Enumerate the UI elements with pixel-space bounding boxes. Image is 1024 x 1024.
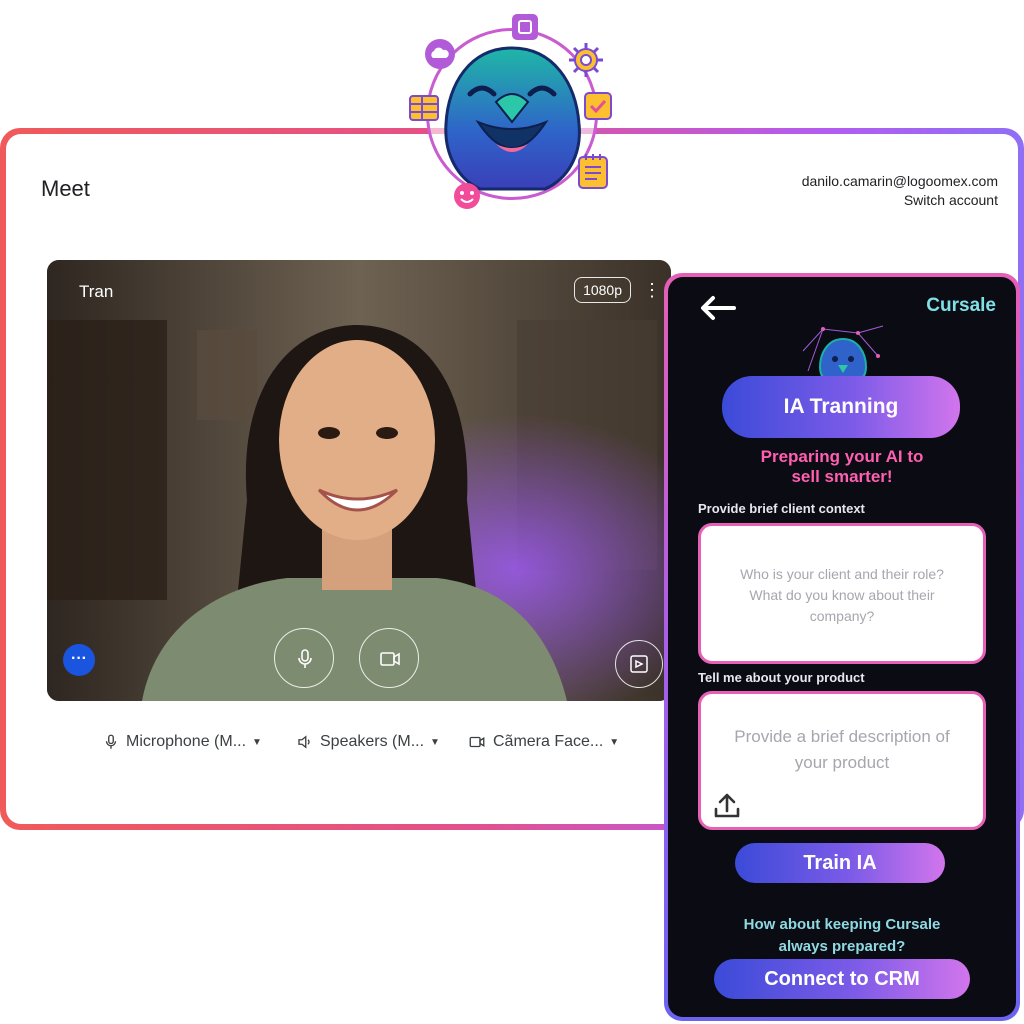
visual-effects-button[interactable] — [615, 640, 663, 688]
crm-prompt-line-2: always prepared? — [778, 938, 906, 955]
caret-down-icon: ▼ — [252, 736, 262, 748]
camera-feed-image — [47, 260, 671, 701]
placeholder-line: Who is your client and their role? — [740, 566, 944, 582]
train-ia-button[interactable]: Train IA — [735, 843, 945, 883]
camera-select-label: Cãmera Face... — [493, 733, 604, 750]
speakers-select[interactable]: Speakers (M... ▼ — [296, 733, 440, 751]
effects-icon — [630, 655, 648, 673]
placeholder-line: company? — [809, 608, 875, 624]
camera-select[interactable]: Cãmera Face... ▼ — [467, 733, 619, 751]
brand-logo: Cursale — [926, 295, 996, 316]
account-email: danilo.camarin@logoomex.com — [801, 173, 998, 189]
microphone-select-label: Microphone (M... — [126, 733, 247, 750]
camera-icon — [380, 652, 400, 666]
back-arrow-icon[interactable] — [698, 295, 736, 321]
app-title: Meet — [41, 176, 90, 201]
client-context-label: Provide brief client context — [698, 501, 865, 516]
upload-icon[interactable] — [711, 789, 743, 821]
more-actions-button[interactable]: ··· — [63, 644, 95, 676]
gear-icon — [569, 43, 603, 77]
caret-down-icon: ▼ — [430, 736, 440, 748]
more-options-icon[interactable]: ⋮ — [643, 278, 661, 302]
product-placeholder: Provide a brief description of your prod… — [713, 724, 971, 776]
notepad-icon — [578, 154, 608, 189]
tagline-line-1: Preparing your AI to — [760, 447, 924, 466]
product-label: Tell me about your product — [698, 670, 865, 685]
product-textarea[interactable]: Provide a brief description of your prod… — [698, 691, 986, 830]
client-context-textarea[interactable]: Who is your client and their role? What … — [698, 523, 986, 664]
cursale-panel-body: Cursale IA Tranning Preparing your AI to… — [668, 277, 1016, 1017]
account-info: danilo.camarin@logoomex.com Switch accou… — [802, 172, 998, 210]
tagline: Preparing your AI to sell smarter! — [668, 447, 1016, 487]
video-preview: Tran 1080p ⋮ ··· — [47, 260, 671, 701]
camera-icon — [469, 736, 485, 748]
microphone-button[interactable] — [274, 628, 334, 688]
microphone-icon — [298, 649, 312, 668]
smiley-icon — [454, 183, 480, 209]
microphone-icon — [105, 734, 117, 749]
camera-button[interactable] — [359, 628, 419, 688]
ia-training-button[interactable]: IA Tranning — [722, 376, 960, 438]
placeholder-line: your product — [794, 753, 890, 772]
chip-icon — [512, 14, 538, 40]
crm-prompt-line-1: How about keeping Cursale — [743, 916, 941, 933]
client-context-placeholder: Who is your client and their role? What … — [713, 564, 971, 627]
connect-crm-button[interactable]: Connect to CRM — [714, 959, 970, 999]
cursale-panel: Cursale IA Tranning Preparing your AI to… — [664, 273, 1020, 1021]
checkbox-icon — [584, 92, 612, 120]
table-icon — [409, 95, 439, 121]
microphone-select[interactable]: Microphone (M... ▼ — [102, 733, 262, 751]
participant-name: Tran — [79, 282, 114, 301]
placeholder-line: Provide a brief description of — [734, 727, 950, 746]
bird-mascot-logo — [444, 46, 581, 191]
tagline-line-2: sell smarter! — [791, 467, 893, 486]
placeholder-line: What do you know about their — [749, 587, 935, 603]
speaker-icon — [298, 735, 310, 749]
cloud-icon — [425, 39, 455, 69]
crm-prompt: How about keeping Cursale always prepare… — [668, 914, 1016, 958]
resolution-badge[interactable]: 1080p — [574, 277, 631, 303]
switch-account-link[interactable]: Switch account — [802, 191, 998, 210]
speakers-select-label: Speakers (M... — [320, 733, 425, 750]
caret-down-icon: ▼ — [609, 736, 620, 748]
